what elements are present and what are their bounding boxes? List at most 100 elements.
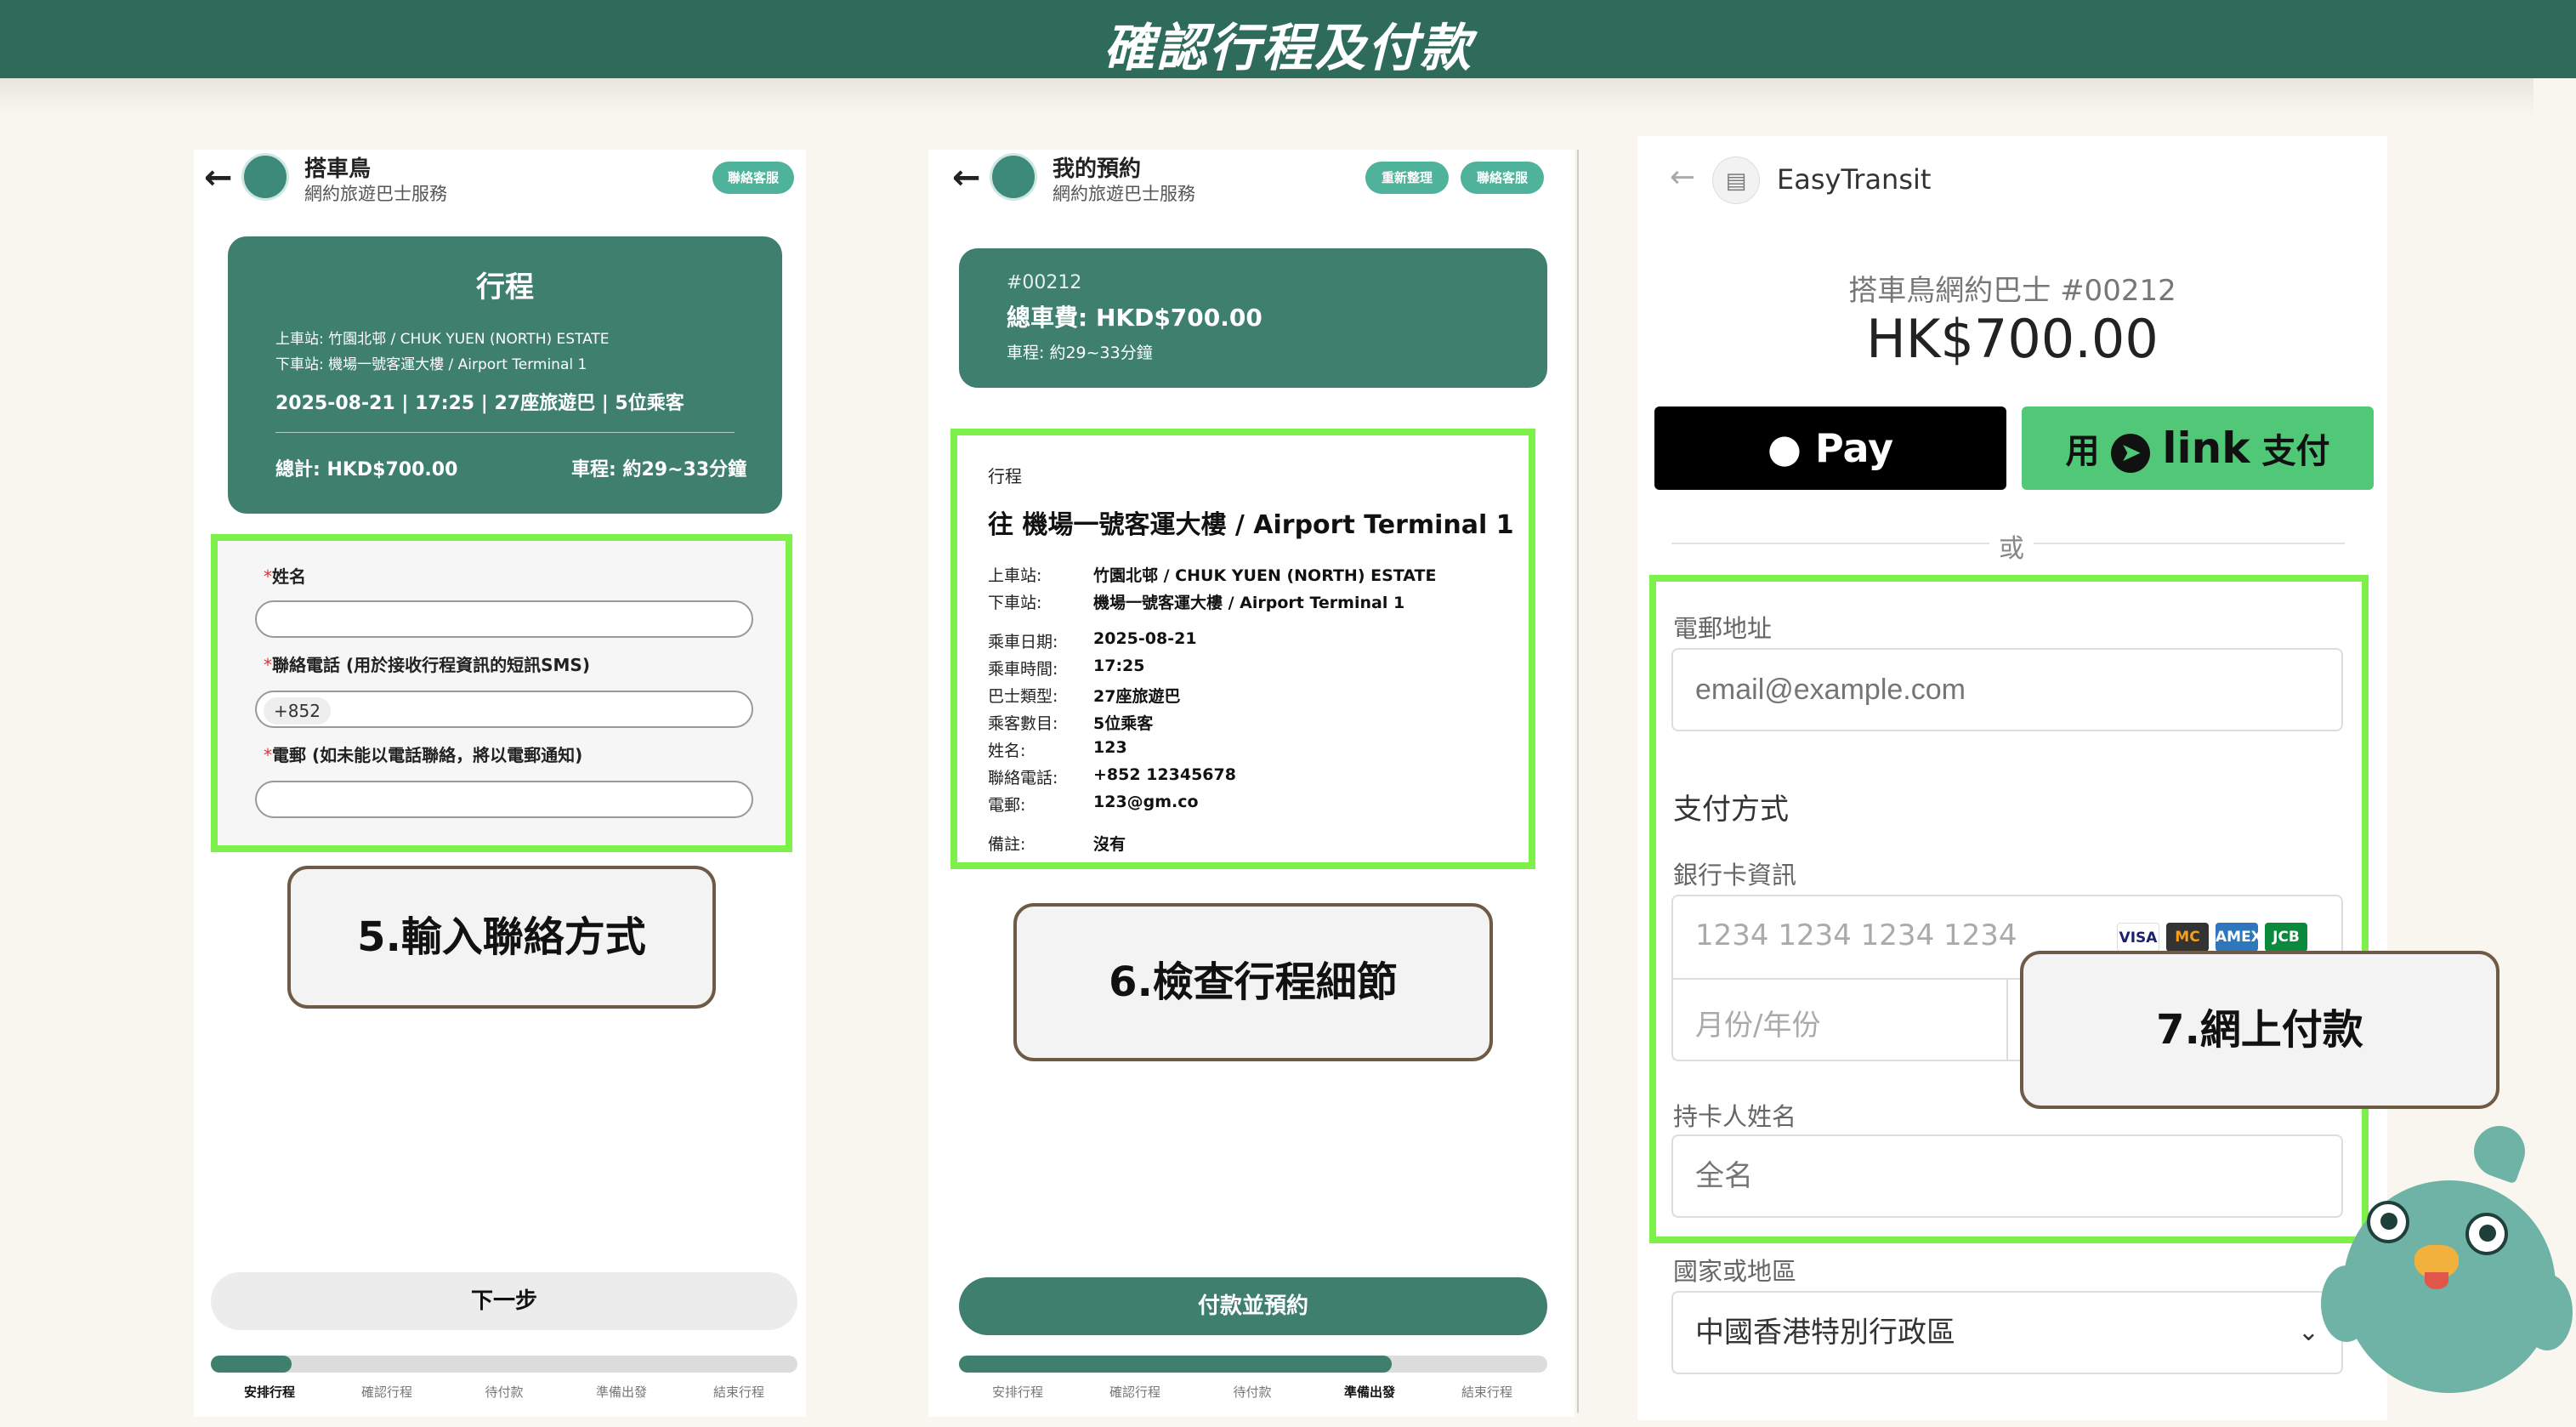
progress-fill (211, 1356, 292, 1373)
step-label: 待付款 (1233, 1384, 1272, 1400)
or-text: 或 (1999, 534, 2024, 564)
refresh-button[interactable]: 重新整理 (1365, 162, 1449, 194)
total-price: 總計: HKD$700.00 (275, 459, 458, 480)
detail-value: 123 (1093, 738, 1127, 757)
card-divider (275, 432, 735, 433)
total-fare: 總車費: HKD$700.00 (1007, 304, 1262, 332)
country-select[interactable]: 中國香港特別行政區 ⌄ (1671, 1291, 2343, 1374)
booking-summary-card: #00212 總車費: HKD$700.00 車程: 約29~33分鐘 (959, 248, 1547, 388)
link-pay-prefix: 用 (2065, 432, 2100, 471)
back-arrow-icon[interactable]: ← (1670, 160, 1695, 195)
app-title: 我的預約 (1053, 156, 1142, 182)
order-number: #00212 (1007, 272, 1082, 293)
mastercard-icon: MC (2166, 923, 2209, 952)
link-pay-suffix: 支付 (2261, 432, 2330, 471)
destination-heading: 往 機場一號客運大樓 / Airport Terminal 1 (988, 510, 1514, 540)
email-input[interactable] (255, 781, 753, 818)
remark-key: 備註: (988, 835, 1026, 854)
page-title: 確認行程及付款 (1104, 19, 1472, 78)
product-name: 搭車鳥網約巴士 #00212 (1848, 274, 2176, 308)
detail-value: 2025-08-21 (1093, 629, 1197, 648)
trip-info-line: 2025-08-21 | 17:25 | 27座旅遊巴 | 5位乘客 (275, 393, 684, 414)
apple-icon: ● (1767, 425, 1802, 471)
card-col-divider (2006, 978, 2008, 1061)
pay-and-book-button[interactable]: 付款並預約 (959, 1277, 1547, 1335)
back-arrow-icon[interactable]: ← (204, 158, 233, 197)
detail-value: +852 12345678 (1093, 765, 1236, 784)
app-subtitle: 網約旅遊巴士服務 (1053, 184, 1195, 204)
link-pay-button[interactable]: 用 ➤ link 支付 (2022, 406, 2374, 490)
detail-key: 姓名: (988, 742, 1026, 760)
detail-key: 乘客數目: (988, 714, 1058, 733)
trip-duration: 車程: 約29~33分鐘 (571, 459, 747, 480)
detail-key: 聯絡電話: (988, 769, 1058, 787)
chevron-down-icon: ⌄ (2297, 1317, 2319, 1347)
email-label-row: *電郵 (如未能以電話聯絡，將以電郵通知) (264, 742, 582, 766)
pickup-text: 上車站: 竹園北邨 / CHUK YUEN (NORTH) ESTATE (275, 331, 610, 348)
card-number-input[interactable]: 1234 1234 1234 1234 (1695, 918, 2017, 952)
cardholder-label: 持卡人姓名 (1673, 1102, 1797, 1131)
trip-duration: 車程: 約29~33分鐘 (1007, 344, 1153, 362)
visa-icon: VISA (2117, 923, 2159, 952)
step-label: 結束行程 (1461, 1384, 1512, 1400)
country-value: 中國香港特別行政區 (1695, 1316, 1955, 1350)
detail-value: 5位乘客 (1093, 714, 1154, 733)
payment-amount: HK$700.00 (1866, 308, 2159, 370)
detail-key: 巴士類型: (988, 687, 1058, 706)
card-info-label: 銀行卡資訊 (1673, 861, 1797, 890)
detail-value: 機場一號客運大樓 / Airport Terminal 1 (1093, 594, 1405, 612)
phone-input[interactable]: +852 (255, 691, 753, 728)
required-mark: * (264, 745, 272, 765)
apple-pay-button[interactable]: ● Pay (1654, 406, 2006, 490)
payment-method-heading: 支付方式 (1673, 793, 1789, 827)
link-arrow-icon: ➤ (2111, 434, 2151, 473)
app-title: 搭車鳥 (304, 156, 372, 182)
step-label: 安排行程 (991, 1384, 1043, 1400)
detail-value: 27座旅遊巴 (1093, 687, 1181, 706)
name-label-row: *姓名 (264, 563, 306, 588)
step-label: 安排行程 (243, 1384, 295, 1400)
contact-support-button[interactable]: 聯絡客服 (712, 162, 794, 194)
detail-value: 123@gm.co (1093, 793, 1199, 811)
detail-key: 電郵: (988, 796, 1026, 815)
or-divider-right (2034, 543, 2345, 544)
mascot-bird-icon (2321, 1118, 2576, 1393)
next-step-button[interactable]: 下一步 (211, 1272, 797, 1330)
trip-card-title: 行程 (476, 270, 534, 304)
phone-prefix: +852 (264, 697, 331, 725)
detail-value: 17:25 (1093, 657, 1145, 675)
email-label: 電郵 (如未能以電話聯絡，將以電郵通知) (272, 745, 583, 765)
step-label: 準備出發 (1343, 1384, 1395, 1400)
step-label: 待付款 (485, 1384, 524, 1400)
trip-summary-card: 行程 上車站: 竹園北邨 / CHUK YUEN (NORTH) ESTATE … (228, 236, 782, 514)
required-mark: * (264, 566, 272, 587)
app-subtitle: 網約旅遊巴士服務 (304, 184, 447, 204)
store-icon: ▤ (1712, 156, 1760, 204)
step-label: 確認行程 (360, 1384, 412, 1400)
avatar (241, 153, 289, 201)
dropoff-text: 下車站: 機場一號客運大樓 / Airport Terminal 1 (275, 356, 587, 373)
avatar (990, 153, 1037, 201)
cardholder-input[interactable] (1671, 1134, 2343, 1218)
contact-support-button[interactable]: 聯絡客服 (1461, 162, 1544, 194)
back-arrow-icon[interactable]: ← (952, 158, 981, 197)
amex-icon: AMEX (2216, 923, 2262, 952)
or-divider-left (1671, 543, 1989, 544)
expiry-input[interactable]: 月份/年份 (1695, 1002, 1820, 1043)
apple-pay-label: Pay (1815, 425, 1894, 471)
country-label: 國家或地區 (1673, 1257, 1797, 1286)
detail-key: 乘車日期: (988, 633, 1058, 651)
name-input[interactable] (255, 600, 753, 638)
jcb-icon: JCB (2265, 923, 2307, 952)
phone-label-row: *聯絡電話 (用於接收行程資訊的短訊SMS) (264, 651, 590, 676)
detail-value: 竹園北邨 / CHUK YUEN (NORTH) ESTATE (1093, 566, 1437, 585)
step-label: 準備出發 (595, 1384, 647, 1400)
name-label: 姓名 (272, 566, 306, 587)
merchant-name: EasyTransit (1777, 163, 1932, 196)
email-input[interactable] (1671, 648, 2343, 731)
required-mark: * (264, 655, 272, 675)
phone-label: 聯絡電話 (用於接收行程資訊的短訊SMS) (272, 655, 590, 675)
detail-key: 下車站: (988, 594, 1042, 612)
email-label: 電郵地址 (1673, 614, 1773, 643)
link-word: link (2162, 424, 2250, 473)
